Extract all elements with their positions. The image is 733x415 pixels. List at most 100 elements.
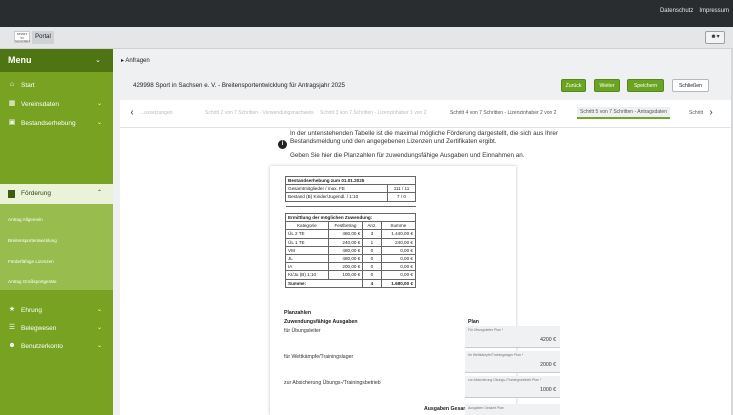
- chevron-down-icon: ⌄: [97, 120, 103, 126]
- cell: 480,00 €: [327, 229, 364, 239]
- step-6[interactable]: Schritt: [689, 110, 703, 116]
- field-placeholder: zur Absicherung Übungs-/Trainingsbetrieb…: [468, 378, 542, 382]
- datenschutz-link[interactable]: Datenschutz: [660, 8, 693, 14]
- step-4[interactable]: Schritt 4 von 7 Schritten - Lizenzinhabe…: [450, 110, 556, 116]
- field-value: 4200 €: [540, 337, 556, 343]
- close-button[interactable]: Schließen: [672, 79, 709, 92]
- breadcrumb-anfragen[interactable]: Anfragen: [125, 58, 149, 64]
- plan-label-wettkaempfe: für Wettkämpfe/Trainingslager: [284, 354, 354, 360]
- zuwendung-table: Ermittlung der möglichen Zuwendung: Kate…: [284, 212, 417, 288]
- sidebar-subitem-breitensportentwicklung[interactable]: Breitensportentwicklung: [8, 238, 57, 243]
- sidebar-subitem-grosssportgeraete[interactable]: Antrag Großsportgeräte: [8, 279, 57, 284]
- bestand-title: Bestandserhebung zum 01.01.2025: [285, 175, 416, 186]
- spacer: [285, 200, 416, 207]
- bestand-value: 7 / 0: [387, 192, 416, 202]
- step-3[interactable]: Schritt 3 von 7 Schritten - Lizenzinhabe…: [320, 110, 426, 116]
- users-icon: ☻: [8, 342, 16, 349]
- sidebar-item-ehrung[interactable]: ★ Ehrung ⌄: [0, 302, 113, 320]
- sidebar-item-label: Belegwesen: [21, 325, 57, 332]
- table-row: Bestand (B) Kinder/Jugendl. / 1:10 7 / 0: [284, 192, 416, 202]
- table-row: KI/Ju (B) 1:10 100,00 €0 0,00 €: [285, 270, 417, 280]
- chevron-down-icon: ⌄: [95, 57, 101, 64]
- step-prev-arrow-icon[interactable]: ‹: [126, 106, 138, 120]
- cell: 0: [362, 245, 382, 255]
- sidebar-menu-title: Menu: [8, 55, 32, 65]
- page-title: 429998 Sport in Sachsen e. V. - Breitens…: [133, 82, 345, 89]
- sum-label: Summe:: [284, 278, 364, 288]
- step-next-arrow-icon[interactable]: ›: [705, 106, 717, 120]
- sidebar-item-benutzerkonto[interactable]: ☻ Benutzerkonto ⌄: [0, 338, 113, 356]
- sidebar-item-belegwesen[interactable]: ☰ Belegwesen ⌄: [0, 320, 113, 338]
- chevron-down-icon: ⌄: [97, 343, 103, 349]
- sidebar: Menu ⌄ ⌂ Start ▦ Vereinsdaten ⌄ ▣ Bestan…: [0, 49, 113, 415]
- sidebar-item-bestandserhebung[interactable]: ▣ Bestandserhebung ⌄: [0, 115, 113, 133]
- info-icon: i: [278, 140, 287, 149]
- table-icon: ▣: [8, 119, 16, 126]
- sidebar-menu-header[interactable]: Menu ⌄: [0, 49, 113, 72]
- top-bar: Datenschutz Impressum: [0, 0, 733, 27]
- sidebar-item-foerderung[interactable]: Förderung ⌃: [0, 184, 113, 204]
- star-icon: ★: [8, 306, 16, 313]
- field-placeholder: Ausgaben Gesamt Plan: [468, 406, 504, 410]
- cell: 480,00 €: [327, 253, 364, 264]
- cell: ÜL 1 TE: [285, 237, 329, 247]
- list-icon: ☰: [8, 324, 16, 331]
- portal-tab[interactable]: Portal: [32, 31, 54, 44]
- sidebar-item-label: Start: [21, 82, 35, 89]
- plan-heading: Planzahlen: [284, 310, 312, 316]
- sidebar-subitem-lizenzen[interactable]: Förderfähige Lizenzen: [8, 259, 54, 264]
- step-2[interactable]: Schritt 2 von 7 Schritten - Verwendungsn…: [205, 110, 314, 116]
- home-icon: ⌂: [9, 81, 15, 88]
- plan-absicherung-input[interactable]: zur Absicherung Übungs-/Trainingsbetrieb…: [465, 376, 560, 398]
- bestand-value: 111 / 11: [387, 184, 416, 194]
- sidebar-item-start[interactable]: ⌂ Start: [0, 77, 113, 95]
- back-button[interactable]: Zurück: [561, 79, 586, 92]
- chevron-up-icon: ⌃: [97, 190, 103, 196]
- chevron-down-icon: ⌄: [97, 101, 103, 107]
- cell: 0,00 €: [380, 253, 417, 264]
- sidebar-item-label: Bestandserhebung: [21, 120, 76, 127]
- col-header: Festbetrag: [327, 221, 364, 231]
- user-menu-button[interactable]: ☻▾: [705, 31, 725, 44]
- sport-in-sachsen-logo[interactable]: SPORT IN SACHSEN: [14, 31, 30, 43]
- sidebar-item-vereinsdaten[interactable]: ▦ Vereinsdaten ⌄: [0, 96, 113, 114]
- save-button[interactable]: Speichern: [627, 79, 664, 92]
- step-1[interactable]: ...ussetzungen: [140, 110, 173, 116]
- table-sum-row: Summe: 4 1.680,00 €: [284, 278, 417, 288]
- sidebar-item-label: Benutzerkonto: [21, 343, 63, 350]
- chevron-down-icon: ⌄: [97, 325, 103, 331]
- table-row: JL 480,00 €0 0,00 €: [285, 253, 417, 264]
- bestand-label: Bestand (B) Kinder/Jugendl. / 1:10: [284, 192, 389, 202]
- bestand-label: Gesamtmitglieder / max. FE: [284, 184, 389, 194]
- info-text-2: Geben Sie hier die Planzahlen für zuwend…: [290, 152, 525, 159]
- sidebar-item-label: Ehrung: [21, 307, 42, 314]
- plan-wettkaempfe-input[interactable]: für Wettkämpfe/Trainingslager Plan * 200…: [465, 351, 560, 373]
- cell: 240,00 €: [380, 237, 417, 247]
- portal-bar: [0, 27, 733, 49]
- sidebar-item-label: Vereinsdaten: [21, 101, 59, 108]
- ausgaben-gesamt-input[interactable]: Ausgaben Gesamt Plan: [465, 404, 560, 415]
- table-row: ÜL 2 TE 480,00 €3 1.440,00 €: [285, 229, 417, 239]
- cell: 0,00 €: [380, 245, 417, 255]
- plan-col-heading: Plan: [468, 319, 479, 325]
- cell: IA: [285, 262, 329, 272]
- plan-uebungsleiter-input[interactable]: Für Übungsleiter Plan * 4200 €: [465, 326, 560, 348]
- col-header: Summe: [380, 221, 417, 231]
- breadcrumb-arrow-icon: ▸: [121, 58, 125, 64]
- impressum-link[interactable]: Impressum: [699, 8, 729, 14]
- cell: VM: [285, 245, 329, 255]
- field-value: 2000 €: [540, 362, 556, 368]
- cell: 0: [362, 253, 382, 264]
- zuwendung-title: Ermittlung der möglichen Zuwendung:: [285, 212, 416, 223]
- bestand-table: Bestandserhebung zum 01.01.2025 Gesamtmi…: [284, 175, 416, 207]
- cell: JL: [285, 253, 329, 264]
- step-5-active[interactable]: Schritt 5 von 7 Schritten - Antragsdaten: [577, 107, 670, 119]
- cell: 1.440,00 €: [380, 229, 417, 239]
- table-row: Gesamtmitglieder / max. FE 111 / 11: [284, 184, 416, 194]
- info-text-1: In der untenstehenden Tabelle ist die ma…: [290, 130, 559, 145]
- sidebar-subitem-antrag-allgemein[interactable]: Antrag Allgemein: [8, 217, 43, 222]
- next-button[interactable]: Weiter: [594, 79, 620, 92]
- ausgaben-gesamt-label: Ausgaben Gesamt: [424, 406, 470, 412]
- cell: 480,00 €: [327, 245, 364, 255]
- cell: 1: [362, 237, 382, 247]
